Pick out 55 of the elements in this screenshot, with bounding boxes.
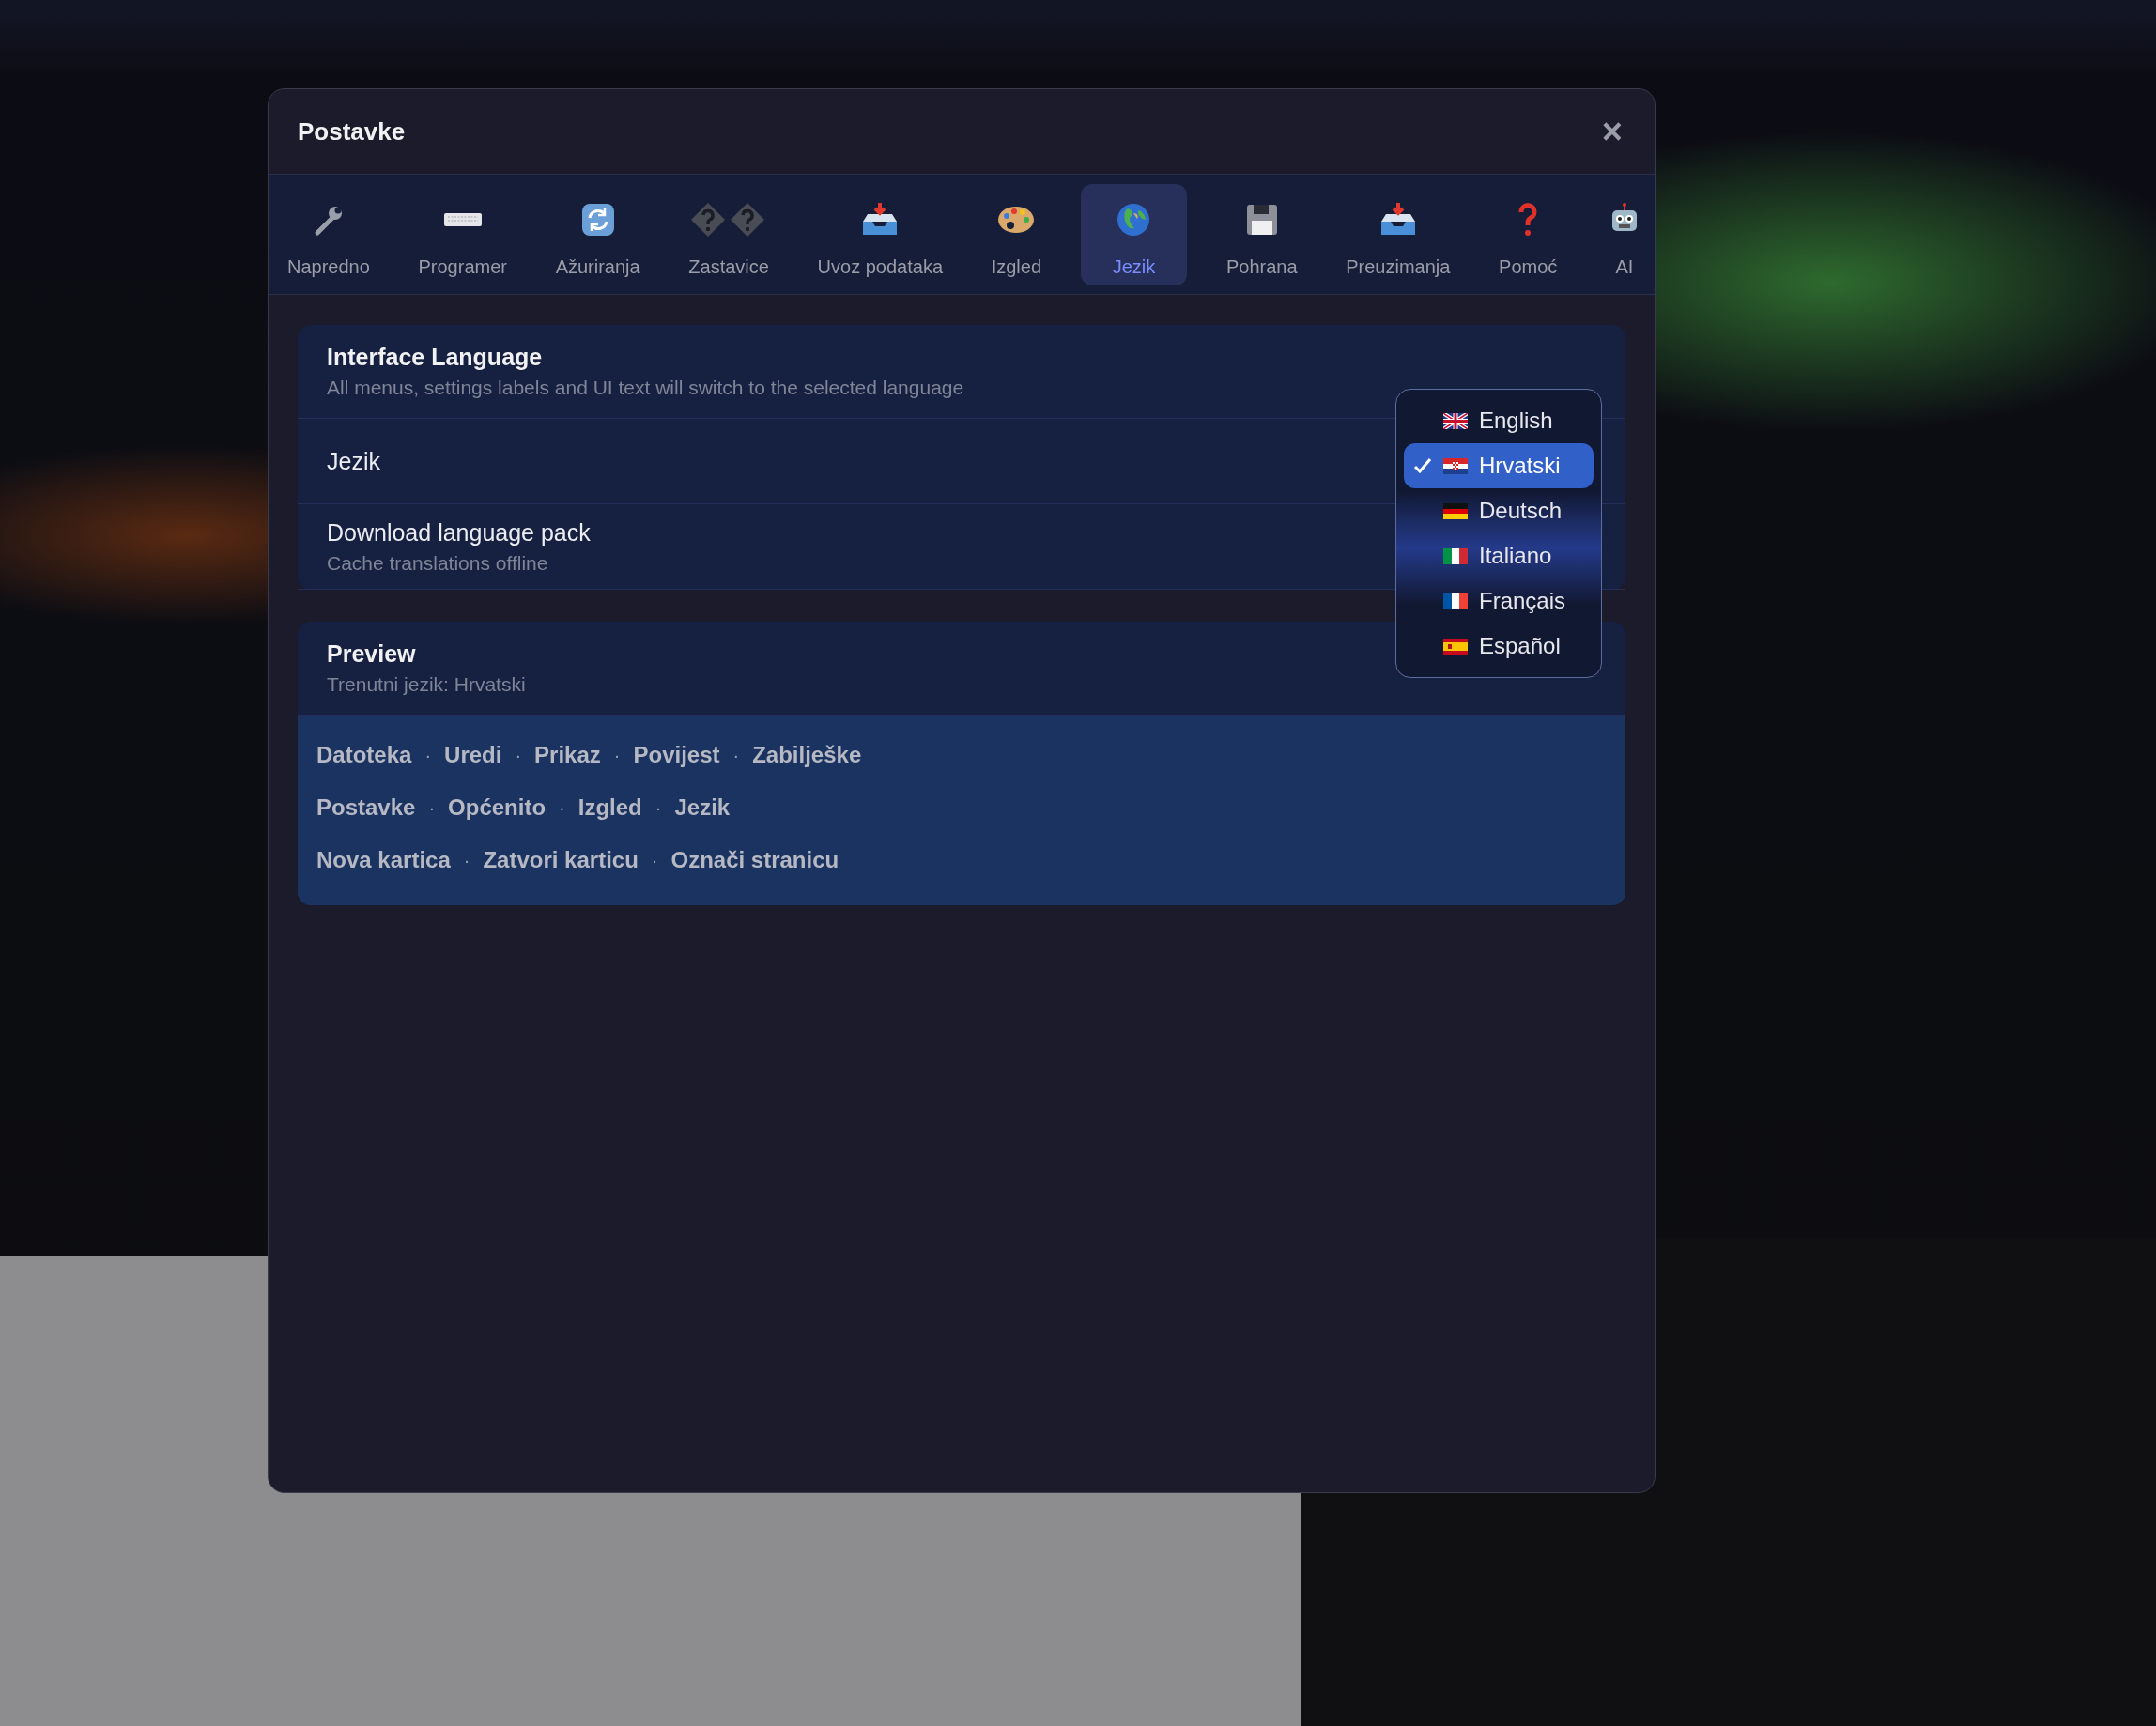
preview-menu-label: Zabilješke <box>752 742 862 768</box>
separator-dot: · <box>613 744 621 766</box>
flag-icon <box>1443 412 1468 429</box>
flag-icon <box>1443 457 1468 474</box>
card-description: Trenutni jezik: Hrvatski <box>327 673 526 696</box>
preview-menu-label: Datoteka <box>316 742 412 768</box>
settings-tab[interactable]: Izgled <box>981 183 1052 285</box>
separator-dot: · <box>651 849 658 871</box>
settings-tab[interactable]: Napredno <box>278 183 379 285</box>
settings-tab[interactable]: Zastavice <box>679 183 778 285</box>
flag-icon <box>1443 593 1468 609</box>
card-title: Preview <box>327 640 416 668</box>
close-button[interactable]: × <box>1597 114 1626 149</box>
dialog-title: Postavke <box>298 116 406 146</box>
setting-label: Jezik <box>327 447 380 475</box>
setting-description: Cache translations offline <box>327 551 548 575</box>
settings-tab[interactable]: Pomoć <box>1489 183 1567 285</box>
preview-menu-label: Općenito <box>448 794 547 821</box>
preview-menu-label: Označi stranicu <box>670 847 839 873</box>
separator-dot: · <box>515 744 522 766</box>
flag-icon <box>1443 638 1468 655</box>
card-title: Interface Language <box>327 344 543 371</box>
language-option[interactable]: English <box>1404 398 1594 443</box>
preview-menu-label: Uredi <box>444 742 502 768</box>
settings-tab[interactable]: Programer <box>408 183 516 285</box>
preview-menu-label: Jezik <box>674 794 731 821</box>
keyboard-icon <box>441 212 484 227</box>
preview-menu-label: Zatvori karticu <box>483 847 639 873</box>
setting-label: Download language pack <box>327 518 591 547</box>
checkmark-icon <box>1413 457 1432 474</box>
card-description: All menus, settings labels and UI text will switch to the selected language <box>327 377 964 399</box>
separator-dot: · <box>732 744 740 766</box>
flag-icon <box>1443 502 1468 519</box>
preview-menu-label: Povijest <box>633 742 720 768</box>
settings-tab[interactable]: Jezik <box>1080 183 1188 285</box>
separator-dot: · <box>424 744 432 766</box>
language-option[interactable]: Español <box>1404 624 1594 669</box>
preview-menu-label: Nova kartica <box>316 847 451 873</box>
settings-tab[interactable]: AI <box>1595 183 1653 285</box>
separator-dot: · <box>428 796 436 819</box>
language-option[interactable]: Deutsch <box>1404 488 1594 533</box>
settings-tab[interactable]: Pohrana <box>1216 183 1307 285</box>
separator-dot: · <box>559 796 565 819</box>
separator-dot: · <box>463 849 470 871</box>
flag-icon <box>1443 547 1468 564</box>
settings-tab[interactable]: Uvoz podataka <box>808 183 952 285</box>
preview-menu-label: Prikaz <box>534 742 601 768</box>
language-option[interactable]: Français <box>1404 578 1594 624</box>
language-option[interactable]: Italiano <box>1404 533 1594 578</box>
language-option[interactable]: Hrvatski <box>1404 443 1594 488</box>
preview-menu-label: Postavke <box>316 794 416 821</box>
settings-tab[interactable]: Ažuriranja <box>546 183 650 285</box>
separator-dot: · <box>654 796 662 819</box>
preview-menu-label: Izgled <box>578 794 642 821</box>
settings-tab[interactable]: Preuzimanja <box>1336 183 1460 285</box>
